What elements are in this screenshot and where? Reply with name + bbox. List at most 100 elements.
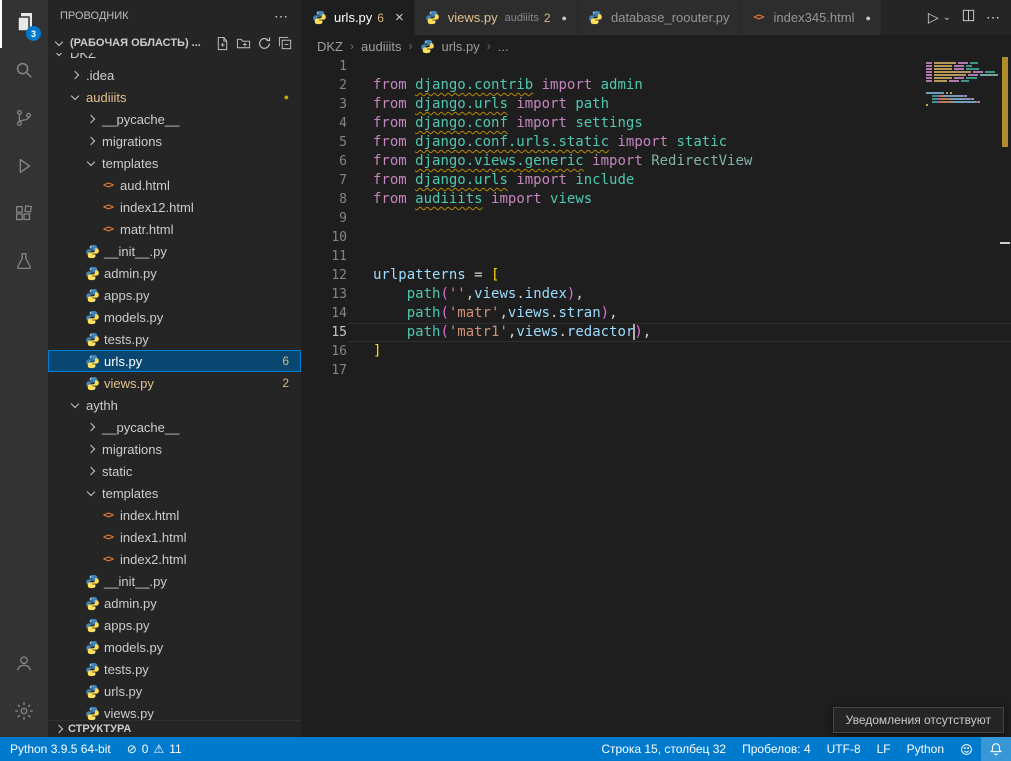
- more-actions-icon[interactable]: ⋯: [986, 9, 1001, 26]
- code-line-1[interactable]: 1: [301, 57, 1011, 76]
- tree-item-__init__.py[interactable]: __init__.py: [48, 570, 301, 592]
- tab-views.py[interactable]: views.pyaudiiits2●: [415, 0, 578, 35]
- breadcrumb-item-urls.py[interactable]: urls.py: [419, 38, 479, 54]
- tree-item-matr.html[interactable]: <>matr.html: [48, 218, 301, 240]
- line-number: 11: [301, 247, 347, 266]
- activity-item-settings[interactable]: [0, 689, 48, 737]
- code-line-4[interactable]: 4from django.conf import settings: [301, 114, 1011, 133]
- tree-item-migrations[interactable]: migrations: [48, 130, 301, 152]
- tree-item-apps.py[interactable]: apps.py: [48, 614, 301, 636]
- code-line-3[interactable]: 3from django.urls import path: [301, 95, 1011, 114]
- status-problems[interactable]: ⊘0⚠11: [119, 737, 190, 761]
- breadcrumb-item-...[interactable]: ...: [498, 39, 509, 54]
- tree-item-aythh[interactable]: aythh: [48, 394, 301, 416]
- tree-item-index2.html[interactable]: <>index2.html: [48, 548, 301, 570]
- activity-item-source-control[interactable]: [0, 96, 48, 144]
- tree-item-audiiits[interactable]: audiiits●: [48, 86, 301, 108]
- code-editor[interactable]: 12from django.contrib import admin3from …: [301, 57, 1011, 737]
- status-feedback[interactable]: [952, 737, 981, 761]
- split-editor-icon[interactable]: [961, 8, 976, 28]
- tree-item-templates[interactable]: templates: [48, 152, 301, 174]
- code-line-7[interactable]: 7from django.urls import include: [301, 171, 1011, 190]
- status-indentation[interactable]: Пробелов: 4: [734, 737, 819, 761]
- code-line-11[interactable]: 11: [301, 247, 1011, 266]
- tree-item-__pycache__[interactable]: __pycache__: [48, 108, 301, 130]
- code-line-15[interactable]: 15 path('matr1',views.redactor),: [301, 323, 1011, 342]
- tree-item-static[interactable]: static: [48, 460, 301, 482]
- tree-item-migrations[interactable]: migrations: [48, 438, 301, 460]
- minimap[interactable]: [926, 59, 998, 110]
- tree-item-urls.py[interactable]: urls.py: [48, 680, 301, 702]
- outline-section-header[interactable]: СТРУКТУРА: [48, 720, 301, 737]
- status-notifications[interactable]: [981, 737, 1011, 761]
- code-line-6[interactable]: 6from django.views.generic import Redire…: [301, 152, 1011, 171]
- code-line-9[interactable]: 9: [301, 209, 1011, 228]
- breadcrumb-item-DKZ[interactable]: DKZ: [317, 39, 343, 54]
- tree-item-index12.html[interactable]: <>index12.html: [48, 196, 301, 218]
- tab-database_roouter.py[interactable]: database_roouter.py: [578, 0, 741, 35]
- status-python-version[interactable]: Python 3.9.5 64-bit: [0, 737, 119, 761]
- tree-item-__init__.py[interactable]: __init__.py: [48, 240, 301, 262]
- code-line-13[interactable]: 13 path('',views.index),: [301, 285, 1011, 304]
- tree-item-urls.py[interactable]: urls.py6: [48, 350, 301, 372]
- code-line-5[interactable]: 5from django.conf.urls.static import sta…: [301, 133, 1011, 152]
- tree-item-models.py[interactable]: models.py: [48, 636, 301, 658]
- run-dropdown-chevron-icon[interactable]: ⌄: [943, 12, 951, 23]
- collapse-all-icon[interactable]: [278, 36, 293, 51]
- status-cursor-position[interactable]: Строка 15, столбец 32: [593, 737, 734, 761]
- tree-item-label: views.py: [104, 376, 154, 391]
- feedback-smiley-icon[interactable]: [960, 743, 973, 756]
- tree-item-index.html[interactable]: <>index.html: [48, 504, 301, 526]
- code-line-17[interactable]: 17: [301, 361, 1011, 380]
- code-line-12[interactable]: 12urlpatterns = [: [301, 266, 1011, 285]
- tree-item-label: audiiits: [86, 90, 126, 105]
- close-icon[interactable]: ×: [395, 9, 404, 26]
- status-eol[interactable]: LF: [869, 737, 899, 761]
- tree-item-templates[interactable]: templates: [48, 482, 301, 504]
- tree-item-tests.py[interactable]: tests.py: [48, 658, 301, 680]
- tree-item-models.py[interactable]: models.py: [48, 306, 301, 328]
- activity-item-run-debug[interactable]: [0, 144, 48, 192]
- code-line-14[interactable]: 14 path('matr',views.stran),: [301, 304, 1011, 323]
- tree-item-index1.html[interactable]: <>index1.html: [48, 526, 301, 548]
- dirty-dot-icon[interactable]: ●: [865, 13, 870, 23]
- tree-item-__pycache__[interactable]: __pycache__: [48, 416, 301, 438]
- tree-item-apps.py[interactable]: apps.py: [48, 284, 301, 306]
- activity-item-extensions[interactable]: [0, 192, 48, 240]
- activity-item-testing[interactable]: [0, 240, 48, 288]
- breadcrumb-item-audiiits[interactable]: audiiits: [361, 39, 401, 54]
- code-line-16[interactable]: 16]: [301, 342, 1011, 361]
- new-folder-icon[interactable]: [236, 36, 251, 51]
- code-line-8[interactable]: 8from audiiits import views: [301, 190, 1011, 209]
- notifications-bell-icon[interactable]: [989, 742, 1003, 756]
- settings-icon: [13, 700, 35, 727]
- tree-item-views.py[interactable]: views.py: [48, 702, 301, 721]
- tree-item-admin.py[interactable]: admin.py: [48, 592, 301, 614]
- workspace-section-header[interactable]: (РАБОЧАЯ ОБЛАСТЬ) ...: [48, 32, 301, 54]
- new-file-icon[interactable]: [215, 36, 230, 51]
- tree-item-label: admin.py: [104, 596, 157, 611]
- code-line-10[interactable]: 10: [301, 228, 1011, 247]
- tree-item-tests.py[interactable]: tests.py: [48, 328, 301, 350]
- tree-item-.idea[interactable]: .idea: [48, 64, 301, 86]
- activity-item-explorer[interactable]: 3: [0, 0, 48, 48]
- run-python-file-icon[interactable]: ▷: [928, 9, 939, 26]
- status-language-mode[interactable]: Python: [899, 737, 952, 761]
- status-label: Python 3.9.5 64-bit: [10, 742, 111, 756]
- tree-item-views.py[interactable]: views.py2: [48, 372, 301, 394]
- activity-item-search[interactable]: [0, 48, 48, 96]
- status-encoding[interactable]: UTF-8: [819, 737, 869, 761]
- more-actions-icon[interactable]: ⋯: [274, 8, 289, 25]
- tree-item-admin.py[interactable]: admin.py: [48, 262, 301, 284]
- tab-index345.html[interactable]: <>index345.html●: [741, 0, 882, 35]
- line-content: from django.urls import include: [347, 171, 1011, 190]
- tree-item-DKZ[interactable]: DKZ: [48, 53, 301, 64]
- dirty-dot-icon[interactable]: ●: [562, 13, 567, 23]
- activity-item-accounts[interactable]: [0, 641, 48, 689]
- line-number: 16: [301, 342, 347, 361]
- refresh-icon[interactable]: [257, 36, 272, 51]
- tree-item-aud.html[interactable]: <>aud.html: [48, 174, 301, 196]
- tab-urls.py[interactable]: urls.py6×: [301, 0, 415, 35]
- status-label: Python: [907, 742, 944, 756]
- code-line-2[interactable]: 2from django.contrib import admin: [301, 76, 1011, 95]
